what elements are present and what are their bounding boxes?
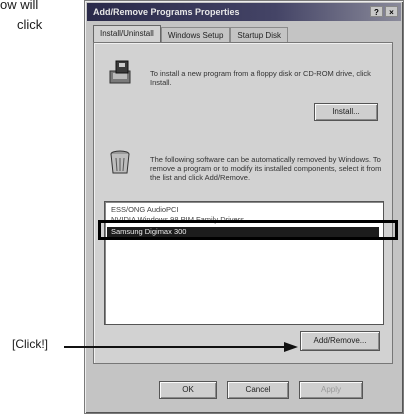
dialog-title: Add/Remove Programs Properties <box>93 7 240 17</box>
list-item[interactable]: ESS/ONG AudioPCI <box>111 205 179 214</box>
cancel-button[interactable]: Cancel <box>227 381 289 399</box>
dialog-titlebar[interactable]: Add/Remove Programs Properties ? × <box>87 3 401 21</box>
click-callout-label: [Click!] <box>12 337 48 351</box>
recycle-bin-icon <box>110 150 130 174</box>
install-disk-icon <box>109 60 131 84</box>
selection-highlight-box <box>98 220 398 240</box>
add-remove-button[interactable]: Add/Remove... <box>300 331 380 351</box>
tab-panel: To install a new program from a floppy d… <box>93 42 393 364</box>
ok-button[interactable]: OK <box>159 381 217 399</box>
install-instructions: To install a new program from a floppy d… <box>150 68 371 87</box>
manual-instruction-text: ow will click <box>0 0 80 60</box>
tab-strip: Install/Uninstall Windows Setup Startup … <box>93 25 288 44</box>
close-button[interactable]: × <box>385 6 398 17</box>
callout-arrow-icon <box>64 342 298 352</box>
remove-instructions: The following software can be automatica… <box>150 154 382 182</box>
help-button[interactable]: ? <box>370 6 383 17</box>
apply-button[interactable]: Apply <box>299 381 363 399</box>
install-button[interactable]: Install... <box>314 103 378 121</box>
manual-text-line2: click <box>17 17 43 32</box>
